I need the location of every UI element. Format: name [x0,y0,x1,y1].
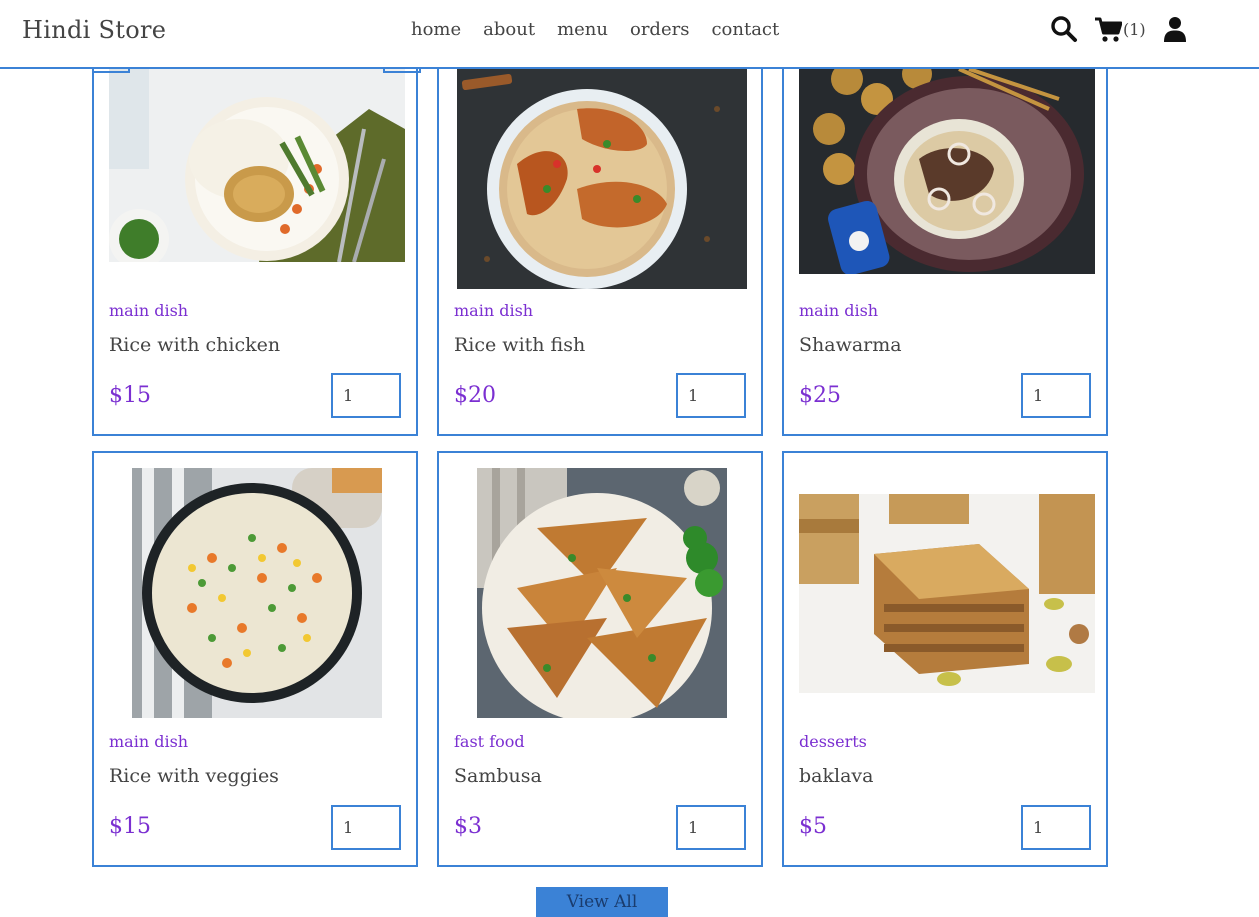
product-price: $20 [454,383,496,408]
product-card: main dish Rice with fish $20 [437,40,763,436]
product-card: main dish Shawarma $25 [782,40,1108,436]
product-price: $5 [799,814,827,839]
nav-orders[interactable]: orders [630,19,689,40]
product-name: Rice with chicken [109,334,281,356]
product-image [109,69,405,262]
quantity-input[interactable] [331,805,401,850]
product-card: main dish Rice with veggies $15 [92,451,418,867]
search-icon[interactable] [1050,15,1078,43]
product-card: fast food Sambusa $3 [437,451,763,867]
view-all-button[interactable]: View All [536,887,668,917]
product-card: desserts baklava $5 [782,451,1108,867]
product-category: main dish [799,301,879,320]
header-icons: (1) [1050,15,1187,43]
cart-icon [1094,16,1122,43]
product-name: Rice with fish [454,334,586,356]
quantity-input[interactable] [1021,805,1091,850]
product-name: Shawarma [799,334,902,356]
site-header: Hindi Store home about menu orders conta… [0,0,1259,69]
product-category: main dish [454,301,534,320]
nav-menu[interactable]: menu [557,19,608,40]
nav-home[interactable]: home [411,19,461,40]
quantity-input[interactable] [1021,373,1091,418]
product-category: fast food [454,732,525,751]
product-category: desserts [799,732,867,751]
product-name: Rice with veggies [109,765,279,787]
user-icon[interactable] [1163,16,1187,42]
product-card: main dish Rice with chicken $15 [92,40,418,436]
cart-button[interactable]: (1) [1094,16,1146,43]
product-image [132,468,382,718]
product-price: $25 [799,383,841,408]
main-nav: home about menu orders contact [411,19,779,40]
product-category: main dish [109,301,189,320]
product-name: baklava [799,765,874,787]
product-price: $15 [109,383,151,408]
product-image [457,69,747,289]
nav-about[interactable]: about [483,19,535,40]
product-image [477,468,727,718]
product-image [799,69,1095,274]
product-image [799,494,1095,693]
store-logo[interactable]: Hindi Store [22,16,166,44]
product-price: $15 [109,814,151,839]
quantity-input[interactable] [331,373,401,418]
quantity-input[interactable] [676,373,746,418]
cart-count-badge: (1) [1123,19,1146,39]
product-price: $3 [454,814,482,839]
product-name: Sambusa [454,765,542,787]
product-category: main dish [109,732,189,751]
nav-contact[interactable]: contact [711,19,779,40]
quantity-input[interactable] [676,805,746,850]
